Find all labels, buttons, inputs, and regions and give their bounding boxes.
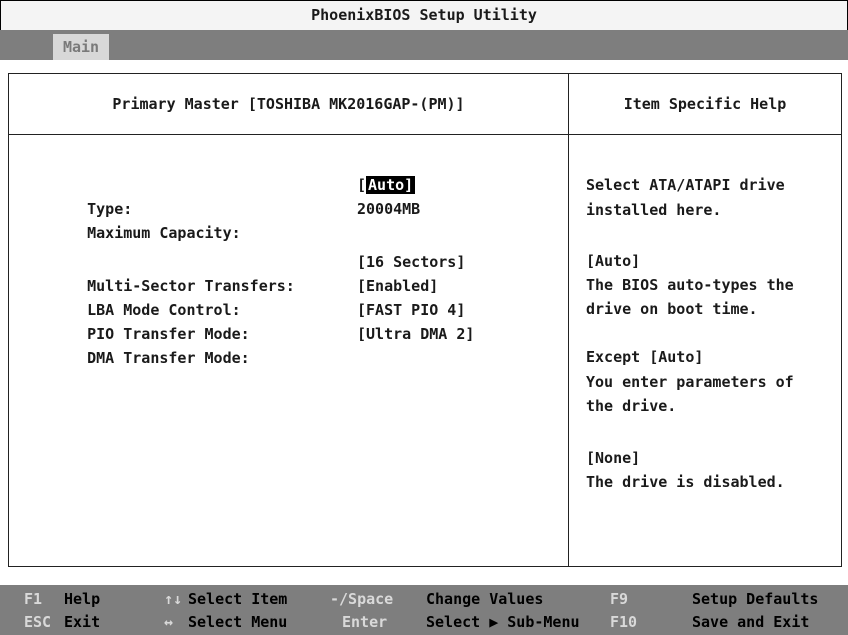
field-label: Maximum Capacity: — [87, 224, 241, 242]
menu-bar: Main — [0, 30, 848, 60]
field-max-capacity: Maximum Capacity: 20004MB — [51, 197, 420, 242]
help-line: [None] — [586, 449, 641, 467]
select-item-hint: Select Item — [188, 590, 288, 608]
help-line: the drive. — [586, 397, 677, 415]
key-f9: F9 — [610, 590, 629, 608]
help-line: [Auto] — [586, 252, 641, 270]
change-values-hint: Change Values — [426, 590, 544, 608]
key-updown-arrows: ↑↓ — [164, 590, 183, 608]
exit-hint: Exit — [64, 613, 101, 631]
setup-defaults-hint: Setup Defaults — [692, 590, 819, 608]
save-exit-hint: Save and Exit — [692, 613, 810, 631]
field-value: 20004MB — [357, 200, 421, 218]
panel-divider — [568, 74, 569, 566]
key-leftright-arrows: ↔ — [164, 613, 174, 631]
field-multi-sector[interactable]: Multi-Sector Transfers: [16 Sectors] — [51, 250, 465, 295]
field-type[interactable]: Type: [Auto] — [51, 173, 416, 218]
selected-value[interactable]: Auto] — [366, 176, 416, 194]
field-value[interactable]: [16 Sectors] — [357, 250, 465, 274]
field-lba-mode[interactable]: LBA Mode Control: [Enabled] — [51, 274, 438, 319]
field-value-bracket: [ — [357, 176, 367, 194]
field-pio-mode[interactable]: PIO Transfer Mode: [FAST PIO 4] — [51, 298, 465, 343]
help-line: Except [Auto] — [586, 348, 704, 366]
field-value[interactable]: [Ultra DMA 2] — [357, 322, 474, 346]
key-f10: F10 — [610, 613, 638, 631]
help-line: drive on boot time. — [586, 300, 758, 318]
help-title: Item Specific Help — [623, 95, 787, 113]
field-label: DMA Transfer Mode: — [87, 349, 250, 367]
key-esc: ESC — [24, 613, 52, 631]
field-value: [Auto] — [357, 173, 416, 197]
status-bar: F1 Help ↑↓ Select Item -/Space Change Va… — [0, 585, 848, 635]
key-enter: Enter — [342, 613, 388, 631]
field-value[interactable]: [Enabled] — [357, 274, 438, 298]
help-line: Select ATA/ATAPI drive — [586, 176, 785, 194]
help-line: You enter parameters of — [586, 373, 794, 391]
sub-menu-hint: Select ▶ Sub-Menu — [426, 613, 580, 631]
window-title: PhoenixBIOS Setup Utility — [0, 0, 848, 30]
key-f1: F1 — [24, 590, 43, 608]
help-line: The drive is disabled. — [586, 473, 785, 491]
key-minus-space: -/Space — [330, 590, 394, 608]
help-line: The BIOS auto-types the — [586, 276, 794, 294]
help-hint: Help — [64, 590, 101, 608]
help-line: installed here. — [586, 201, 722, 219]
tab-main[interactable]: Main — [53, 34, 109, 60]
select-menu-hint: Select Menu — [188, 613, 288, 631]
panel-title: Primary Master [TOSHIBA MK2016GAP-(PM)] — [112, 95, 465, 113]
header-divider — [9, 134, 841, 135]
field-dma-mode[interactable]: DMA Transfer Mode: [Ultra DMA 2] — [51, 322, 474, 367]
field-value[interactable]: [FAST PIO 4] — [357, 298, 465, 322]
